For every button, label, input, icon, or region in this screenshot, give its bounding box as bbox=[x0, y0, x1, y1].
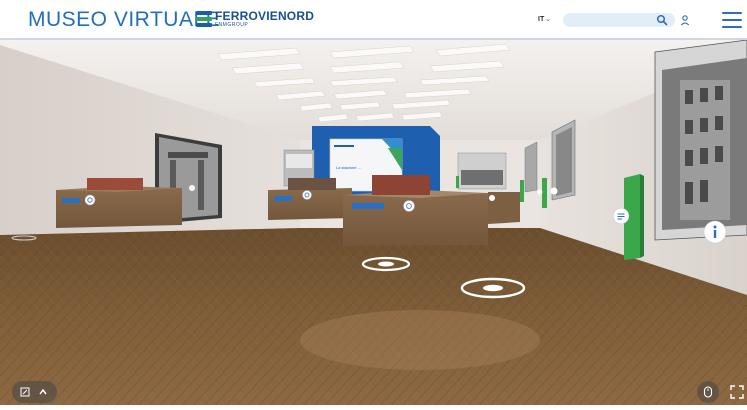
chat-icon[interactable] bbox=[612, 207, 630, 225]
chevron-down-icon: ⌄ bbox=[545, 16, 552, 23]
site-title[interactable]: MUSEO VIRTUALE bbox=[28, 8, 220, 32]
virtual-gallery-viewport[interactable]: La stazione ... bbox=[0, 39, 747, 405]
fullscreen-button[interactable] bbox=[728, 381, 747, 403]
logo-name: FERROVIENORD bbox=[215, 9, 315, 23]
logo-subtitle: FNMGROUP bbox=[215, 22, 249, 28]
header-bar: MUSEO VIRTUALE FERROVIENORD FNMGROUP IT⌄ bbox=[0, 0, 747, 40]
gallery-scene: La stazione ... bbox=[0, 39, 747, 405]
mouse-control-button[interactable] bbox=[697, 381, 719, 403]
ferrovienord-logo[interactable]: FERROVIENORD FNMGROUP bbox=[196, 9, 316, 31]
language-selector[interactable]: IT⌄ bbox=[538, 15, 551, 23]
mouse-icon bbox=[703, 386, 713, 398]
menu-icon[interactable] bbox=[722, 12, 742, 28]
fullscreen-icon bbox=[730, 385, 744, 399]
expand-icon bbox=[20, 387, 30, 397]
view-options-button[interactable] bbox=[12, 381, 57, 403]
logo-mark-icon bbox=[196, 11, 212, 27]
screen-title: La stazione ... bbox=[336, 165, 361, 170]
user-icon[interactable] bbox=[680, 15, 690, 26]
language-label: IT bbox=[538, 16, 545, 23]
chevron-up-icon bbox=[39, 388, 47, 395]
search-icon[interactable] bbox=[656, 14, 668, 26]
info-icon[interactable] bbox=[703, 220, 727, 244]
